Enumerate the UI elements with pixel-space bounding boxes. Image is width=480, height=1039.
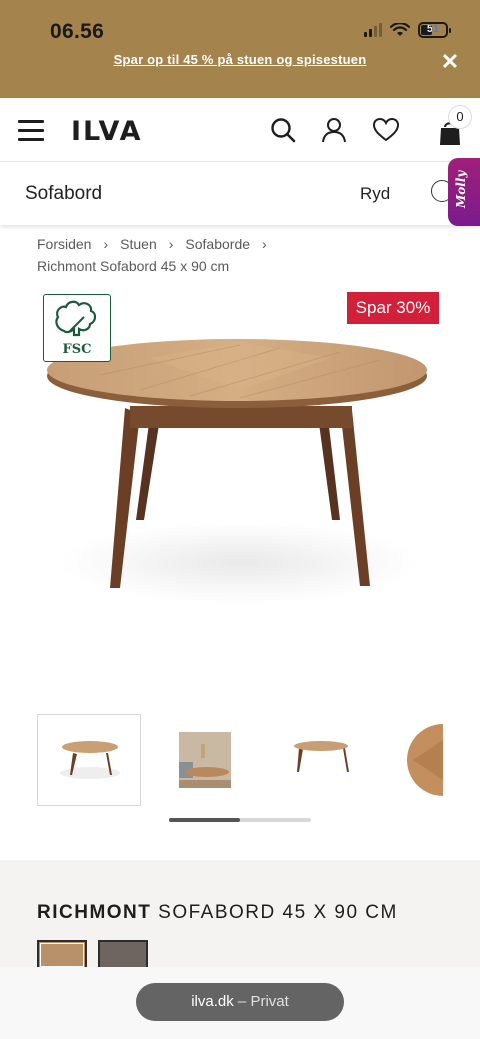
heart-icon[interactable] (372, 116, 400, 144)
thumbnail-strip (0, 714, 480, 806)
logo[interactable]: ILVA (71, 116, 143, 147)
signal-icon (364, 23, 382, 37)
clear-search-button[interactable]: Ryd (360, 184, 390, 204)
chevron-right-icon: › (103, 236, 109, 252)
search-input[interactable]: Sofabord (25, 183, 102, 205)
thumbnail-room[interactable] (153, 714, 257, 806)
site-header: ILVA 0 (0, 98, 480, 162)
browser-bar: ilva.dk – Privat (0, 967, 480, 1039)
tree-icon (55, 300, 97, 337)
battery-icon: 51 (418, 22, 451, 38)
chevron-right-icon: › (262, 236, 267, 252)
close-promo-button[interactable]: ✕ (440, 51, 460, 73)
promo-link[interactable]: Spar op til 45 % på stuen og spisestuen (0, 52, 480, 67)
breadcrumb-link[interactable]: Forsiden (37, 236, 91, 252)
thumbnail-table[interactable] (37, 714, 141, 806)
url-pill[interactable]: ilva.dk – Privat (136, 983, 344, 1021)
chevron-right-icon: › (168, 236, 174, 252)
url-domain: ilva.dk (191, 993, 234, 1010)
cart-count-badge: 0 (448, 105, 472, 129)
fsc-label: FSC (62, 342, 92, 357)
product-title-name: SOFABORD 45 X 90 CM (158, 902, 398, 923)
product-title-brand: RICHMONT (37, 902, 152, 923)
chat-assistant-label: Molly (454, 170, 468, 208)
color-swatch-oak[interactable] (37, 940, 87, 970)
breadcrumb-link[interactable]: Stuen (120, 236, 157, 252)
color-swatch-dark[interactable] (98, 940, 148, 970)
wifi-icon (390, 23, 410, 36)
status-time: 06.56 (50, 20, 105, 43)
status-icons: 51 (364, 22, 451, 38)
product-image[interactable] (40, 330, 440, 620)
menu-icon[interactable] (18, 120, 44, 142)
top-banner (0, 0, 480, 98)
browsing-mode: Privat (250, 993, 289, 1010)
search-bar: Sofabord Ryd (0, 163, 480, 225)
fsc-logo: FSC (43, 294, 111, 362)
breadcrumb-current: Richmont Sofabord 45 x 90 cm (37, 258, 230, 274)
thumbnail-scrollbar[interactable] (169, 818, 311, 822)
product-title: RICHMONT SOFABORD 45 X 90 CM (37, 902, 398, 924)
chat-assistant-tab[interactable]: Molly (448, 158, 480, 226)
battery-level: 51 (426, 23, 440, 35)
breadcrumb-link[interactable]: Sofaborde (185, 236, 250, 252)
search-icon[interactable] (269, 116, 297, 144)
breadcrumb: Forsiden › Stuen › Sofaborde › Richmont Sofab… (37, 233, 457, 277)
thumbnail-side-view[interactable] (269, 714, 373, 806)
account-icon[interactable] (320, 116, 348, 144)
discount-badge: Spar 30% (347, 292, 439, 324)
scrollbar-thumb[interactable] (169, 818, 240, 822)
thumbnail-detail[interactable] (385, 714, 443, 806)
